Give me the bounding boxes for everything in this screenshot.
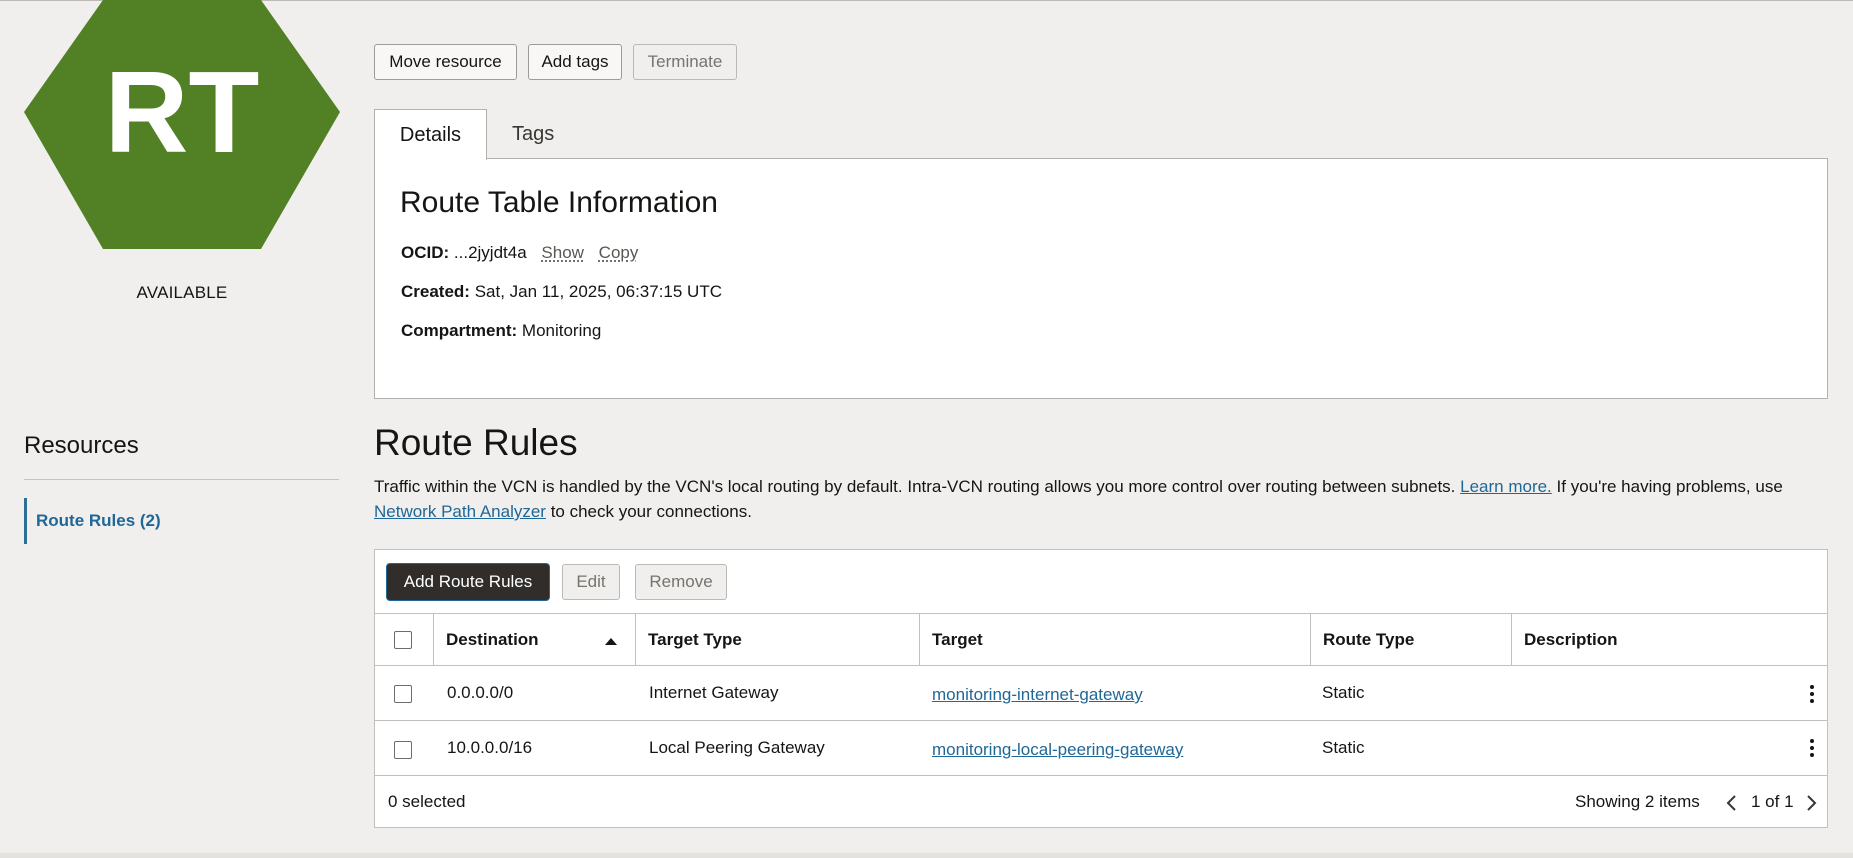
compartment-row: Compartment: Monitoring [401, 321, 601, 341]
ocid-label: OCID: [401, 243, 450, 262]
cell-target: monitoring-internet-gateway [932, 668, 1143, 722]
remove-button[interactable]: Remove [635, 564, 727, 600]
ocid-value: ...2jyjdt4a [453, 243, 527, 262]
table-row: 10.0.0.0/16 Local Peering Gateway monito… [375, 721, 1827, 776]
desc-text-1: Traffic within the VCN is handled by the… [374, 477, 1461, 496]
cell-destination: 0.0.0.0/0 [447, 683, 514, 702]
previous-page-icon[interactable] [1722, 793, 1742, 813]
desc-text-3: to check your connections. [545, 502, 752, 521]
cell-target: monitoring-local-peering-gateway [932, 723, 1183, 777]
add-route-rules-button[interactable]: Add Route Rules [387, 564, 549, 600]
column-header-target-type[interactable]: Target Type [635, 614, 919, 665]
row-actions-menu-icon[interactable] [1807, 737, 1817, 759]
table-row: 0.0.0.0/0 Internet Gateway monitoring-in… [375, 666, 1827, 721]
compartment-label: Compartment: [401, 321, 518, 340]
select-all-checkbox[interactable] [394, 631, 412, 649]
target-link[interactable]: monitoring-internet-gateway [932, 685, 1143, 704]
tab-tags[interactable]: Tags [512, 109, 554, 159]
bottom-border [0, 853, 1853, 858]
route-rules-description: Traffic within the VCN is handled by the… [374, 474, 1834, 524]
status-text: AVAILABLE [136, 283, 228, 302]
resources-heading: Resources [24, 432, 139, 459]
created-value: Sat, Jan 11, 2025, 06:37:15 UTC [474, 282, 722, 301]
column-header-description[interactable]: Description [1511, 614, 1827, 665]
compartment-value: Monitoring [521, 321, 602, 340]
route-rules-title: Route Rules [374, 422, 578, 463]
created-row: Created: Sat, Jan 11, 2025, 06:37:15 UTC [401, 282, 722, 302]
row-checkbox[interactable] [394, 741, 412, 759]
add-tags-button[interactable]: Add tags [528, 44, 622, 80]
sort-ascending-icon[interactable] [605, 638, 617, 645]
terminate-button[interactable]: Terminate [633, 44, 737, 80]
table-header: Destination Target Type Target Route Typ… [375, 613, 1827, 666]
network-path-analyzer-link[interactable]: Network Path Analyzer [374, 502, 546, 521]
showing-items-text: Showing 2 items [1575, 792, 1700, 811]
learn-more-link[interactable]: Learn more. [1460, 477, 1552, 496]
ocid-copy-link[interactable]: Copy [599, 243, 639, 262]
cell-target-type: Internet Gateway [649, 683, 779, 702]
ocid-show-link[interactable]: Show [541, 243, 584, 262]
row-checkbox[interactable] [394, 685, 412, 703]
column-header-target[interactable]: Target [919, 614, 1310, 665]
cell-destination: 10.0.0.0/16 [447, 738, 533, 757]
ocid-row: OCID: ...2jyjdt4a Show Copy [401, 243, 638, 263]
row-actions-menu-icon[interactable] [1807, 683, 1817, 705]
cell-route-type: Static [1322, 683, 1365, 702]
edit-button[interactable]: Edit [562, 564, 620, 600]
cell-target-type: Local Peering Gateway [649, 738, 825, 757]
cell-route-type: Static [1322, 738, 1365, 757]
selected-count: 0 selected [388, 792, 466, 811]
column-header-route-type[interactable]: Route Type [1310, 614, 1511, 665]
sidebar-item-route-rules[interactable]: Route Rules (2) [24, 498, 161, 544]
created-label: Created: [401, 282, 470, 301]
resource-initials: RT [105, 47, 260, 177]
move-resource-button[interactable]: Move resource [374, 44, 517, 80]
resources-divider [24, 479, 339, 480]
target-link[interactable]: monitoring-local-peering-gateway [932, 740, 1183, 759]
resource-hex-icon: RT [24, 0, 340, 249]
tab-details[interactable]: Details [374, 109, 487, 160]
details-title: Route Table Information [400, 186, 718, 219]
next-page-icon[interactable] [1801, 793, 1821, 813]
page-indicator: 1 of 1 [1751, 792, 1794, 811]
desc-text-2: If you're having problems, use [1551, 477, 1783, 496]
